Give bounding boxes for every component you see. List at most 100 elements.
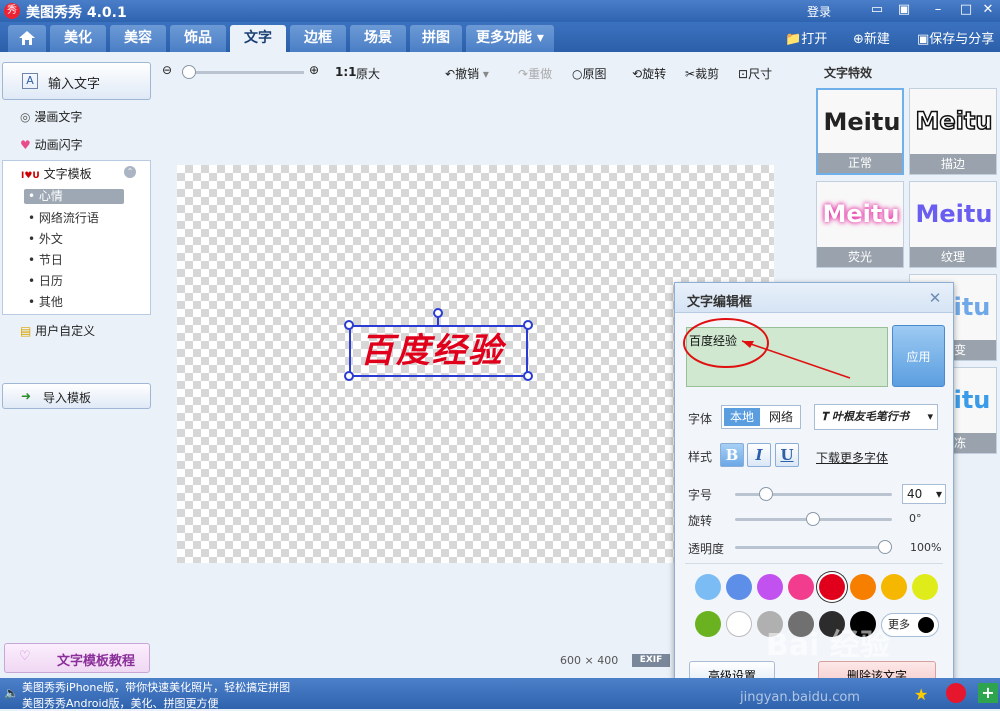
bold-button[interactable]: B — [720, 443, 744, 467]
tab-text[interactable]: 文字 — [230, 25, 286, 52]
size-select[interactable]: 40 ▾ — [902, 484, 946, 504]
italic-button[interactable]: I — [747, 443, 771, 467]
comic-text-item[interactable]: ◎ 漫画文字 — [20, 108, 82, 125]
color-swatch[interactable] — [695, 574, 721, 600]
size-slider-thumb[interactable] — [759, 487, 773, 501]
tab-beauty[interactable]: 美容 — [110, 25, 166, 52]
maximize-icon[interactable]: □ — [956, 1, 976, 19]
rotate-handle[interactable] — [433, 308, 443, 318]
redo-button[interactable]: ↷重做 — [518, 65, 552, 82]
size-slider[interactable] — [735, 487, 892, 501]
template-item-internet-slang[interactable]: • 网络流行语 — [28, 209, 99, 226]
color-swatch[interactable] — [850, 574, 876, 600]
effect-normal[interactable]: Meitu 正常 — [816, 88, 904, 175]
exif-button[interactable]: EXIF — [632, 654, 670, 667]
tab-beautify[interactable]: 美化 — [50, 25, 106, 52]
color-swatch[interactable] — [881, 574, 907, 600]
color-swatch[interactable] — [726, 611, 752, 637]
resize-handle-bl[interactable] — [344, 371, 354, 381]
opacity-label: 透明度 — [688, 542, 725, 556]
effects-title: 文字特效 — [824, 66, 873, 80]
add-icon[interactable]: + — [978, 683, 998, 703]
baidu-watermark: Bai 经验 — [766, 628, 890, 663]
color-swatch[interactable] — [788, 574, 814, 600]
tab-scene[interactable]: 场景 — [350, 25, 406, 52]
zoom-in-icon[interactable]: ⊕ — [309, 63, 319, 77]
tutorial-button[interactable]: ♡ 文字模板教程 — [4, 643, 150, 673]
black-dot-icon — [918, 617, 934, 633]
status-line-1[interactable]: 美图秀秀iPhone版，带你快速美化照片，轻松搞定拼图 — [22, 679, 290, 695]
color-swatch[interactable] — [726, 574, 752, 600]
chat-icon[interactable]: ▭ — [867, 1, 887, 19]
folder-icon: 📁 — [785, 32, 802, 47]
close-icon[interactable]: ✕ — [978, 1, 998, 19]
font-name: 叶根友毛笔行书 — [831, 410, 909, 423]
tab-border[interactable]: 边框 — [290, 25, 346, 52]
rotate-slider-thumb[interactable] — [806, 512, 820, 526]
resize-handle-tr[interactable] — [523, 320, 533, 330]
rotate-slider[interactable] — [735, 512, 892, 526]
template-item-calendar[interactable]: • 日历 — [28, 272, 63, 289]
resize-handle-tl[interactable] — [344, 320, 354, 330]
color-swatch[interactable] — [695, 611, 721, 637]
redo-label: 重做 — [528, 67, 553, 81]
folder-icon: ▤ — [20, 324, 32, 338]
original-size-button[interactable]: 原大 — [356, 65, 380, 82]
underline-button[interactable]: U — [775, 443, 799, 467]
import-template-button[interactable]: ➜ 导入模板 — [2, 383, 151, 409]
apply-button[interactable]: 应用 — [892, 325, 945, 387]
input-text-button[interactable]: A 输入文字 — [2, 62, 151, 100]
text-content-field[interactable]: 百度经验 — [686, 327, 888, 387]
tab-more[interactable]: 更多功能 ▾ — [466, 25, 554, 52]
home-icon — [19, 31, 35, 45]
collapse-icon[interactable]: ⌃ — [124, 166, 136, 178]
user-custom-item[interactable]: ▤ 用户自定义 — [20, 322, 95, 339]
zoom-slider[interactable] — [182, 65, 304, 79]
open-button[interactable]: 📁打开 — [785, 28, 827, 47]
resize-handle-br[interactable] — [523, 371, 533, 381]
template-item-mood[interactable]: • 心情 — [24, 189, 124, 204]
rotate-button[interactable]: ⟲旋转 — [632, 65, 666, 82]
new-label: 新建 — [863, 32, 890, 47]
skin-icon[interactable]: ▣ — [894, 1, 914, 19]
effect-stroke[interactable]: Meitu 描边 — [909, 88, 997, 175]
font-source-network[interactable]: 网络 — [764, 408, 798, 426]
resize-button[interactable]: ⊡尺寸 — [738, 65, 772, 82]
font-select[interactable]: 𝐓 叶根友毛笔行书 ▾ — [814, 404, 938, 430]
login-link[interactable]: 登录 — [807, 3, 831, 20]
effect-glow[interactable]: Meitu 荧光 — [816, 181, 904, 268]
font-type-icon: 𝐓 — [821, 410, 832, 423]
color-swatch[interactable] — [757, 574, 783, 600]
star-icon[interactable]: ★ — [914, 685, 928, 704]
tab-accessories[interactable]: 饰品 — [170, 25, 226, 52]
zoom-out-icon[interactable]: ⊖ — [162, 63, 172, 77]
undo-button[interactable]: ↶撤销 ▾ — [445, 65, 489, 82]
download-fonts-link[interactable]: 下载更多字体 — [816, 449, 888, 466]
font-source-local[interactable]: 本地 — [724, 408, 760, 426]
save-share-label: 保存与分享 — [929, 32, 995, 47]
effect-texture[interactable]: Meitu 纹理 — [909, 181, 997, 268]
canvas-art-text[interactable]: 百度经验 — [360, 327, 530, 375]
original-image-button[interactable]: ○原图 — [572, 65, 607, 82]
template-item-label: 网络流行语 — [38, 211, 99, 225]
crop-button[interactable]: ✂裁剪 — [685, 65, 719, 82]
template-item-other[interactable]: • 其他 — [28, 293, 63, 310]
speaker-icon[interactable]: 🔈 — [4, 686, 19, 700]
save-share-button[interactable]: ▣保存与分享 — [917, 28, 994, 47]
zoom-slider-thumb[interactable] — [182, 65, 196, 79]
opacity-slider[interactable] — [735, 540, 892, 554]
tab-collage[interactable]: 拼图 — [410, 25, 462, 52]
templates-header[interactable]: I♥U 文字模板 — [21, 165, 92, 182]
tab-home[interactable] — [8, 25, 46, 52]
template-item-holiday[interactable]: • 节日 — [28, 251, 63, 268]
opacity-slider-thumb[interactable] — [878, 540, 892, 554]
anim-text-item[interactable]: ♥ 动画闪字 — [20, 136, 83, 153]
weibo-icon[interactable] — [946, 683, 966, 703]
close-icon[interactable]: ✕ — [927, 290, 943, 306]
color-swatch[interactable] — [912, 574, 938, 600]
new-button[interactable]: ⊕新建 — [853, 28, 890, 47]
minimize-icon[interactable]: – — [928, 1, 948, 19]
template-item-foreign[interactable]: • 外文 — [28, 230, 63, 247]
dialog-header[interactable]: 文字编辑框 ✕ — [675, 283, 953, 313]
color-swatch-selected[interactable] — [819, 574, 845, 600]
